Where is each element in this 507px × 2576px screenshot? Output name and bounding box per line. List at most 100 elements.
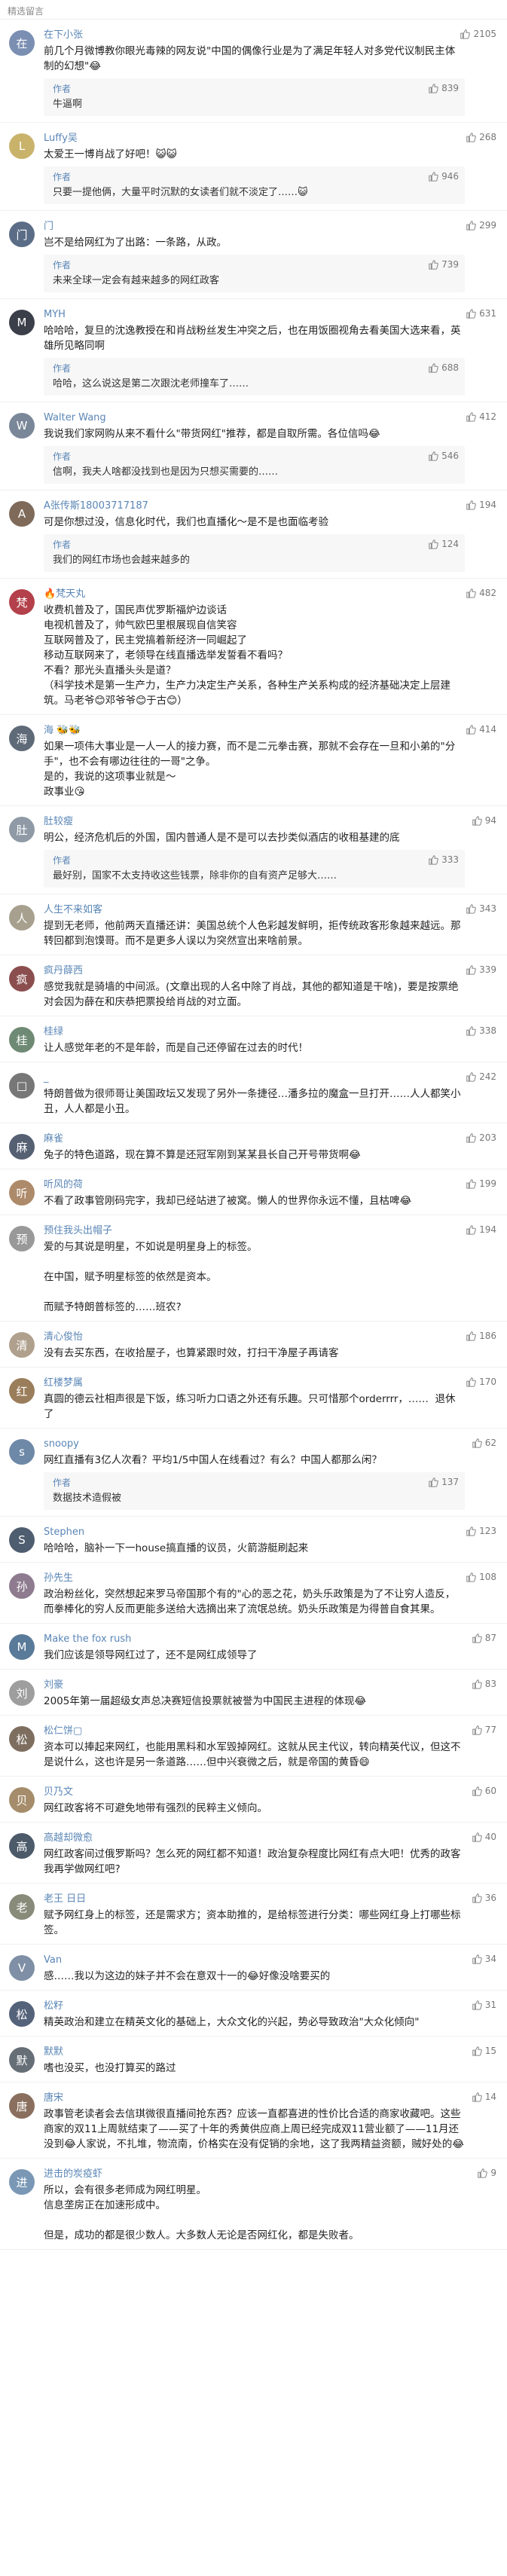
like-button[interactable]: 77 <box>472 1725 496 1735</box>
comment-username[interactable]: _ <box>44 1071 465 1085</box>
like-button[interactable]: 186 <box>466 1331 496 1341</box>
comment-username[interactable]: 预住我头出帽子 <box>44 1224 465 1238</box>
avatar[interactable]: 肚 <box>9 817 35 842</box>
comment-username[interactable]: 孙先生 <box>44 1572 465 1585</box>
reply-like-button[interactable]: 137 <box>428 1477 459 1487</box>
like-button[interactable]: 2105 <box>460 29 496 39</box>
comment-username[interactable]: 人生不来如客 <box>44 903 465 917</box>
comment-username[interactable]: 清心俊怡 <box>44 1331 465 1344</box>
avatar[interactable]: 贝 <box>9 1787 35 1813</box>
like-button[interactable]: 108 <box>466 1572 496 1582</box>
avatar[interactable]: 默 <box>9 2047 35 2073</box>
like-button[interactable]: 40 <box>472 1832 496 1842</box>
comment-username[interactable]: Luffy吴 <box>44 132 465 145</box>
comment-username[interactable]: snoopy <box>44 1438 465 1451</box>
comment-username[interactable]: 桂绿 <box>44 1025 465 1039</box>
reply-like-button[interactable]: 839 <box>428 83 459 93</box>
avatar[interactable]: 海 <box>9 726 35 751</box>
like-button[interactable]: 36 <box>472 1893 496 1903</box>
comment-username[interactable]: 唐宋 <box>44 2092 465 2105</box>
avatar[interactable]: 麻 <box>9 1134 35 1160</box>
reply-like-button[interactable]: 124 <box>428 539 459 549</box>
avatar[interactable]: W <box>9 413 35 439</box>
avatar[interactable]: 老 <box>9 1894 35 1920</box>
like-button[interactable]: 343 <box>466 903 496 914</box>
avatar[interactable]: 听 <box>9 1180 35 1205</box>
like-button[interactable]: 414 <box>466 724 496 735</box>
like-button[interactable]: 194 <box>466 1224 496 1235</box>
like-button[interactable]: 60 <box>472 1786 496 1796</box>
avatar[interactable]: 桂 <box>9 1027 35 1053</box>
avatar[interactable]: 进 <box>9 2169 35 2195</box>
like-button[interactable]: 170 <box>466 1377 496 1387</box>
comment-username[interactable]: A张传斯18003717187 <box>44 500 465 513</box>
like-button[interactable]: 338 <box>466 1025 496 1036</box>
comment-username[interactable]: 门 <box>44 220 465 234</box>
avatar[interactable]: 高 <box>9 1833 35 1859</box>
like-button[interactable]: 299 <box>466 220 496 231</box>
avatar[interactable]: 门 <box>9 222 35 247</box>
comment-username[interactable]: MYH <box>44 308 465 322</box>
comment-username[interactable]: 默默 <box>44 2046 465 2059</box>
like-button[interactable]: 83 <box>472 1679 496 1689</box>
comment-username[interactable]: 🔥梵天丸 <box>44 588 465 601</box>
comment-username[interactable]: 松仁饼▢ <box>44 1725 465 1738</box>
like-button[interactable]: 203 <box>466 1132 496 1143</box>
avatar[interactable]: s <box>9 1439 35 1465</box>
like-button[interactable]: 94 <box>472 815 496 826</box>
like-button[interactable]: 14 <box>472 2092 496 2102</box>
like-button[interactable]: 412 <box>466 411 496 422</box>
avatar[interactable]: L <box>9 133 35 159</box>
comment-username[interactable]: 在下小张 <box>44 29 465 42</box>
avatar[interactable]: 松 <box>9 1726 35 1752</box>
avatar[interactable]: □ <box>9 1073 35 1099</box>
like-button[interactable]: 9 <box>477 2168 496 2178</box>
like-button[interactable]: 268 <box>466 132 496 142</box>
comment-username[interactable]: 刘豪 <box>44 1679 465 1692</box>
avatar[interactable]: 红 <box>9 1378 35 1404</box>
like-button[interactable]: 123 <box>466 1526 496 1536</box>
avatar[interactable]: 梵 <box>9 589 35 615</box>
like-button[interactable]: 87 <box>472 1633 496 1643</box>
comment-username[interactable]: 高越却微愈 <box>44 1832 465 1845</box>
like-button[interactable]: 242 <box>466 1071 496 1082</box>
avatar[interactable]: 人 <box>9 905 35 930</box>
reply-like-button[interactable]: 739 <box>428 259 459 270</box>
avatar[interactable]: A <box>9 501 35 527</box>
reply-like-button[interactable]: 946 <box>428 171 459 182</box>
reply-like-button[interactable]: 688 <box>428 362 459 373</box>
comment-username[interactable]: 松籽 <box>44 2000 465 2013</box>
like-button[interactable]: 194 <box>466 500 496 510</box>
comment-username[interactable]: 听风的荷 <box>44 1178 465 1192</box>
reply-like-button[interactable]: 333 <box>428 854 459 865</box>
comment-username[interactable]: Make the fox rush <box>44 1633 465 1646</box>
comment-username[interactable]: 麻雀 <box>44 1132 465 1146</box>
comment-username[interactable]: 进击的炭疫虾 <box>44 2168 465 2181</box>
comment-username[interactable]: 疯丹薛西 <box>44 964 465 978</box>
like-button[interactable]: 339 <box>466 964 496 975</box>
like-button[interactable]: 482 <box>466 588 496 598</box>
avatar[interactable]: 唐 <box>9 2093 35 2119</box>
comment-username[interactable]: 肚较瘦 <box>44 815 465 829</box>
avatar[interactable]: 清 <box>9 1332 35 1358</box>
avatar[interactable]: M <box>9 1634 35 1660</box>
avatar[interactable]: 在 <box>9 30 35 56</box>
avatar[interactable]: 孙 <box>9 1573 35 1599</box>
avatar[interactable]: 预 <box>9 1226 35 1251</box>
comment-username[interactable]: 红楼梦属 <box>44 1377 465 1390</box>
avatar[interactable]: 松 <box>9 2001 35 2027</box>
like-button[interactable]: 199 <box>466 1178 496 1189</box>
avatar[interactable]: M <box>9 310 35 335</box>
comment-username[interactable]: 海 🐝🐝 <box>44 724 465 738</box>
comment-username[interactable]: 老王 日日 <box>44 1893 465 1906</box>
avatar[interactable]: 刘 <box>9 1680 35 1706</box>
avatar[interactable]: S <box>9 1527 35 1553</box>
avatar[interactable]: V <box>9 1955 35 1981</box>
like-button[interactable]: 631 <box>466 308 496 319</box>
reply-like-button[interactable]: 546 <box>428 451 459 461</box>
like-button[interactable]: 15 <box>472 2046 496 2056</box>
avatar[interactable]: 疯 <box>9 966 35 992</box>
comment-username[interactable]: Walter Wang <box>44 411 465 425</box>
comment-username[interactable]: Van <box>44 1954 465 1967</box>
comment-username[interactable]: 贝乃文 <box>44 1786 465 1799</box>
